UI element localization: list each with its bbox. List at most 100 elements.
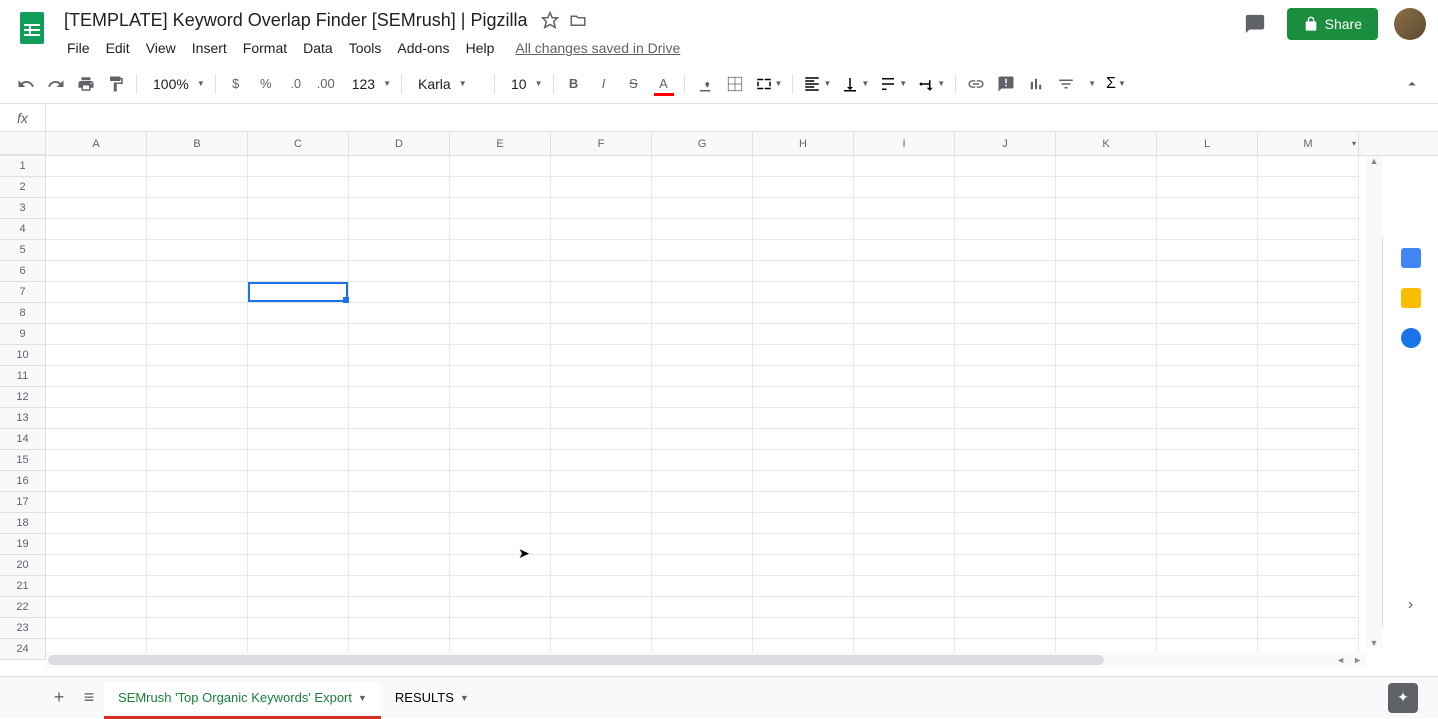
cell-H22[interactable] [753,597,854,618]
cell-K5[interactable] [1056,240,1157,261]
cell-B6[interactable] [147,261,248,282]
cell-E9[interactable] [450,324,551,345]
cell-H10[interactable] [753,345,854,366]
cell-J8[interactable] [955,303,1056,324]
cell-A1[interactable] [46,156,147,177]
cell-E16[interactable] [450,471,551,492]
cell-D6[interactable] [349,261,450,282]
row-header-17[interactable]: 17 [0,492,46,513]
print-icon[interactable] [72,70,100,98]
cell-M4[interactable] [1258,219,1359,240]
cell-D18[interactable] [349,513,450,534]
cell-L16[interactable] [1157,471,1258,492]
cell-K2[interactable] [1056,177,1157,198]
cell-J1[interactable] [955,156,1056,177]
cell-C16[interactable] [248,471,349,492]
cell-A6[interactable] [46,261,147,282]
cell-H7[interactable] [753,282,854,303]
text-wrap-icon[interactable]: ▼ [875,73,911,95]
cell-H5[interactable] [753,240,854,261]
cell-M15[interactable] [1258,450,1359,471]
cell-E14[interactable] [450,429,551,450]
row-header-1[interactable]: 1 [0,156,46,177]
cell-I8[interactable] [854,303,955,324]
chart-icon[interactable] [1022,70,1050,98]
cell-M17[interactable] [1258,492,1359,513]
cell-G11[interactable] [652,366,753,387]
cell-I10[interactable] [854,345,955,366]
cell-C13[interactable] [248,408,349,429]
cell-C12[interactable] [248,387,349,408]
row-header-2[interactable]: 2 [0,177,46,198]
column-header-A[interactable]: A [46,132,147,155]
add-sheet-icon[interactable]: + [44,683,74,713]
cell-H21[interactable] [753,576,854,597]
text-rotate-icon[interactable]: ▼ [913,73,949,95]
cell-J18[interactable] [955,513,1056,534]
cell-M11[interactable] [1258,366,1359,387]
cell-D2[interactable] [349,177,450,198]
cell-C3[interactable] [248,198,349,219]
cell-D14[interactable] [349,429,450,450]
cell-M22[interactable] [1258,597,1359,618]
cell-G13[interactable] [652,408,753,429]
filter-dropdown[interactable]: ▼ [1082,77,1100,90]
cell-L5[interactable] [1157,240,1258,261]
cell-C18[interactable] [248,513,349,534]
cell-A16[interactable] [46,471,147,492]
cell-L10[interactable] [1157,345,1258,366]
decrease-decimal-icon[interactable]: .0 [282,70,310,98]
cell-H12[interactable] [753,387,854,408]
cell-B11[interactable] [147,366,248,387]
cell-I15[interactable] [854,450,955,471]
cell-H17[interactable] [753,492,854,513]
cell-L21[interactable] [1157,576,1258,597]
cell-H15[interactable] [753,450,854,471]
cell-L13[interactable] [1157,408,1258,429]
menu-addons[interactable]: Add-ons [390,36,456,60]
strikethrough-icon[interactable]: S [620,70,648,98]
cell-D22[interactable] [349,597,450,618]
cell-G8[interactable] [652,303,753,324]
cell-I16[interactable] [854,471,955,492]
side-panel-collapse-icon[interactable]: › [1408,596,1413,614]
cell-E6[interactable] [450,261,551,282]
cell-E18[interactable] [450,513,551,534]
row-header-23[interactable]: 23 [0,618,46,639]
cell-G10[interactable] [652,345,753,366]
cell-E3[interactable] [450,198,551,219]
cell-I3[interactable] [854,198,955,219]
cell-A19[interactable] [46,534,147,555]
currency-icon[interactable]: $ [222,70,250,98]
column-header-L[interactable]: L [1157,132,1258,155]
cell-F19[interactable] [551,534,652,555]
cell-E7[interactable] [450,282,551,303]
row-header-9[interactable]: 9 [0,324,46,345]
cell-J3[interactable] [955,198,1056,219]
h-align-icon[interactable]: ▼ [799,73,835,95]
menu-file[interactable]: File [60,36,97,60]
menu-insert[interactable]: Insert [185,36,234,60]
cell-M3[interactable] [1258,198,1359,219]
cell-B17[interactable] [147,492,248,513]
cell-M21[interactable] [1258,576,1359,597]
cell-D4[interactable] [349,219,450,240]
cell-I7[interactable] [854,282,955,303]
cell-F5[interactable] [551,240,652,261]
row-header-7[interactable]: 7 [0,282,46,303]
cell-F23[interactable] [551,618,652,639]
cell-E11[interactable] [450,366,551,387]
cell-M8[interactable] [1258,303,1359,324]
vertical-scrollbar[interactable]: ▲▼ [1366,156,1382,648]
cell-A18[interactable] [46,513,147,534]
cell-K6[interactable] [1056,261,1157,282]
cell-A12[interactable] [46,387,147,408]
row-header-20[interactable]: 20 [0,555,46,576]
star-icon[interactable] [540,10,560,30]
cell-E19[interactable] [450,534,551,555]
cell-E12[interactable] [450,387,551,408]
cell-F9[interactable] [551,324,652,345]
select-all-corner[interactable] [0,132,46,155]
cell-M5[interactable] [1258,240,1359,261]
cell-D12[interactable] [349,387,450,408]
